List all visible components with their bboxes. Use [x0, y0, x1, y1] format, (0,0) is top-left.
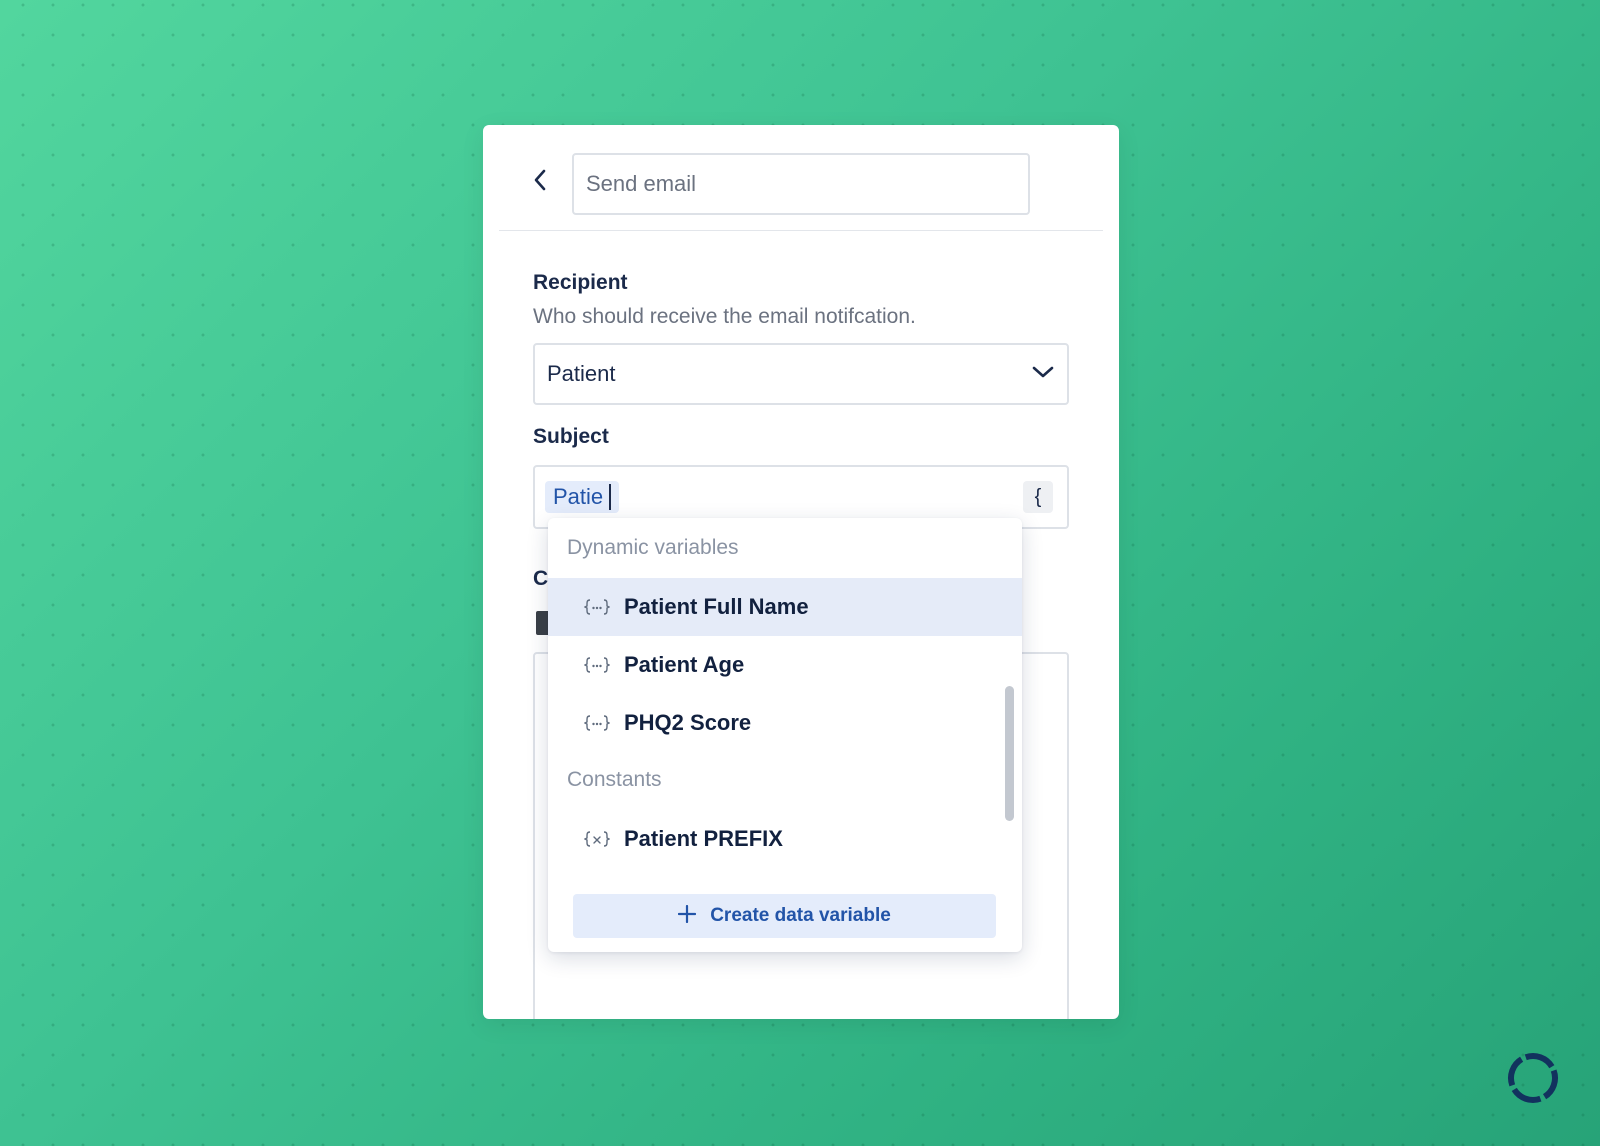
- content-label: C: [533, 567, 549, 590]
- header-divider: [499, 230, 1103, 231]
- menu-item-patient-prefix[interactable]: Patient PREFIX: [548, 810, 1022, 868]
- menu-item-label: Patient Full Name: [624, 594, 809, 619]
- subject-label: Subject: [533, 425, 609, 448]
- recipient-help-text: Who should receive the email notifcation…: [533, 305, 916, 328]
- back-button[interactable]: [529, 169, 551, 195]
- menu-item-phq2-score[interactable]: PHQ2 Score: [548, 694, 1022, 752]
- action-name-input[interactable]: [572, 153, 1030, 215]
- menu-item-patient-full-name[interactable]: Patient Full Name: [548, 578, 1022, 636]
- group-title-constants: Constants: [567, 768, 662, 791]
- plus-icon: [678, 904, 697, 928]
- dynamic-variable-icon: [584, 656, 610, 674]
- recipient-select[interactable]: Patient: [533, 343, 1069, 405]
- group-title-dynamic-variables: Dynamic variables: [567, 536, 739, 559]
- menu-item-label: Patient PREFIX: [624, 826, 783, 851]
- constant-variable-icon: [584, 830, 610, 848]
- dropdown-scrollbar[interactable]: [1005, 686, 1014, 821]
- create-data-variable-button[interactable]: Create data variable: [573, 894, 996, 938]
- subject-token-text: Patie: [553, 484, 604, 509]
- variable-dropdown-menu: Dynamic variables Patient Full Name Pati…: [548, 518, 1022, 952]
- dynamic-variable-icon: [584, 598, 610, 616]
- recipient-label: Recipient: [533, 271, 628, 294]
- text-caret: [609, 484, 611, 510]
- curly-brace-icon: {: [1034, 485, 1042, 508]
- insert-variable-button[interactable]: {: [1023, 481, 1053, 513]
- chevron-left-icon: [533, 168, 547, 197]
- subject-variable-token[interactable]: Patie: [545, 481, 619, 513]
- create-data-variable-label: Create data variable: [710, 905, 891, 926]
- menu-item-label: PHQ2 Score: [624, 710, 752, 735]
- dynamic-variable-icon: [584, 714, 610, 732]
- recipient-selected-value: Patient: [547, 361, 616, 386]
- chevron-down-icon: [1031, 365, 1055, 384]
- menu-item-patient-age[interactable]: Patient Age: [548, 636, 1022, 694]
- menu-item-label: Patient Age: [624, 652, 745, 677]
- brand-logo-icon: [1505, 1050, 1561, 1106]
